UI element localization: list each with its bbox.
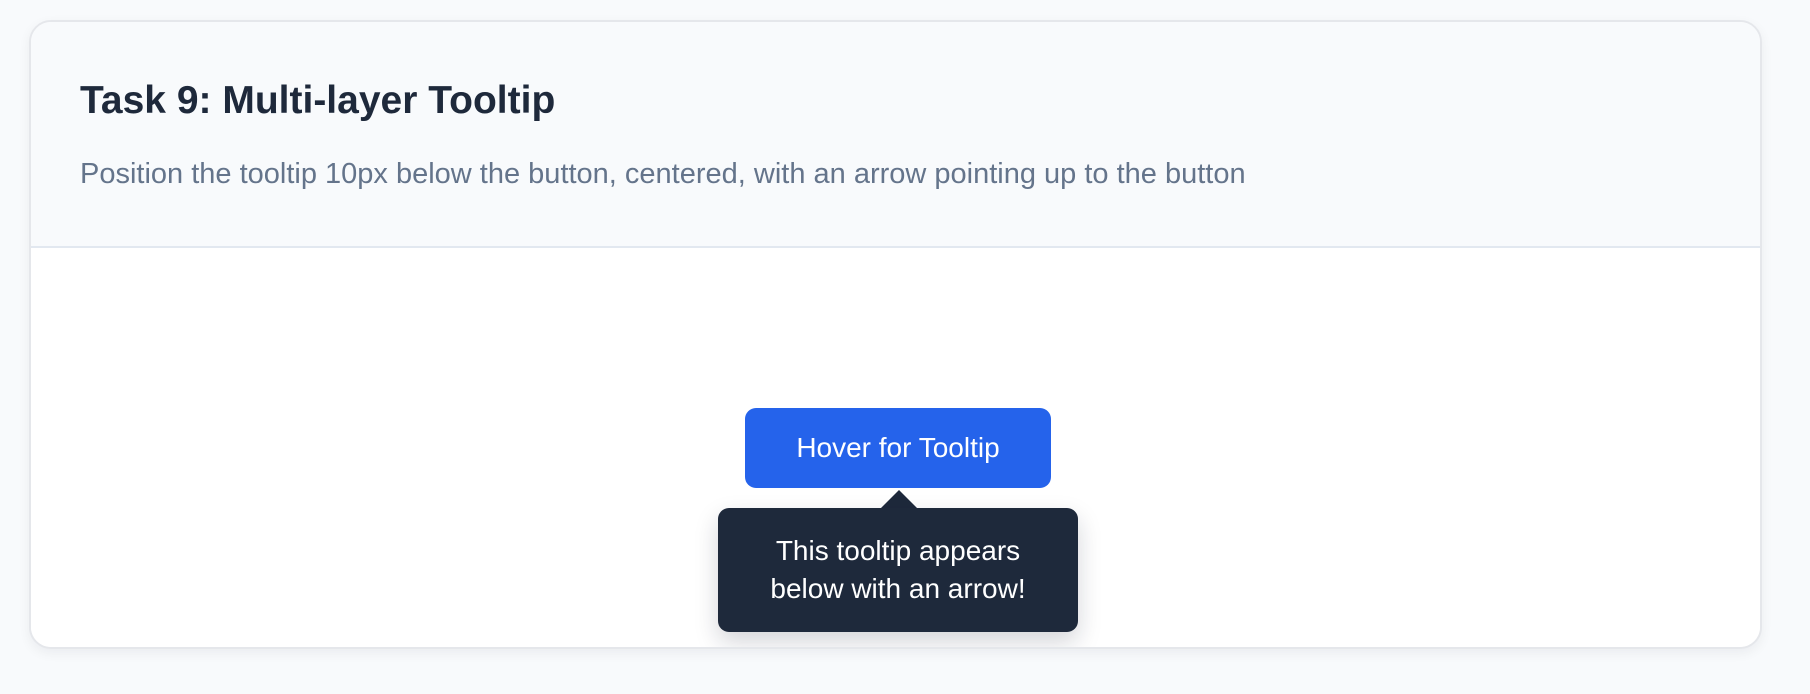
card-header: Task 9: Multi-layer Tooltip Position the… (31, 22, 1760, 248)
task-card: Task 9: Multi-layer Tooltip Position the… (29, 20, 1762, 649)
task-description: Position the tooltip 10px below the butt… (80, 158, 1246, 190)
demo-area: Hover for Tooltip This tooltip appears b… (31, 248, 1760, 647)
tooltip-arrow (879, 490, 919, 510)
hover-tooltip-button[interactable]: Hover for Tooltip (745, 408, 1051, 488)
page-title: Task 9: Multi-layer Tooltip (80, 79, 556, 122)
tooltip: This tooltip appears below with an arrow… (718, 508, 1078, 632)
tooltip-text: This tooltip appears below with an arrow… (770, 535, 1026, 604)
